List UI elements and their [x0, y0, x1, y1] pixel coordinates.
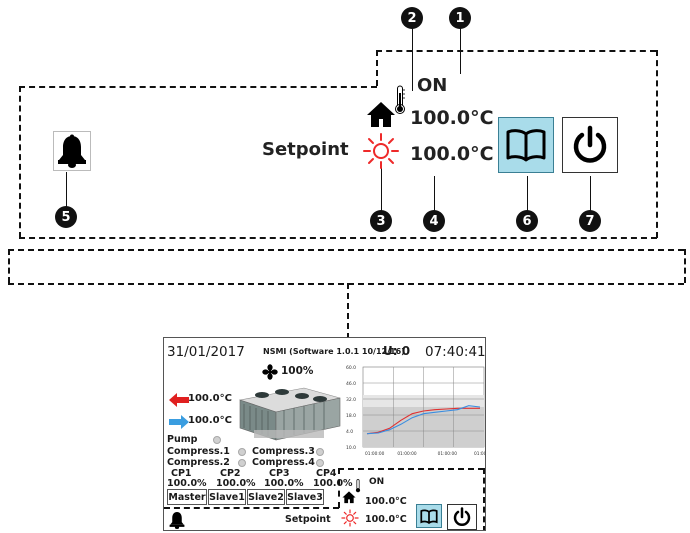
callout-6: 6 [516, 210, 538, 232]
zoom-border-right [656, 50, 658, 238]
inlet-arrow-icon [169, 414, 189, 429]
pump-label: Pump [167, 434, 198, 445]
book-icon [506, 129, 546, 162]
clock-time: 07:40:41 [425, 344, 486, 360]
controller-screen: 31/01/2017 NSMI (Software 1.0.1 10/12/16… [163, 337, 486, 531]
alarm-button[interactable] [53, 131, 91, 171]
outlet-arrow-icon [169, 392, 189, 407]
fan-icon [262, 364, 278, 380]
cp2-value: 100.0% [216, 478, 256, 489]
chiller-unit-image [234, 380, 344, 444]
status-on-text: ON [417, 75, 448, 96]
unit-id: U: 0 [383, 344, 411, 358]
screen-zoom-right [483, 468, 485, 530]
zoom-border-step [376, 50, 378, 86]
screen-zoom-left [338, 468, 340, 508]
thermometer-icon [394, 85, 406, 115]
compress-3-led [316, 448, 324, 456]
screen-power-button[interactable] [447, 504, 477, 530]
chart-x-tick-label: 01:00:00 [365, 451, 385, 457]
chart-y-tick-label: 18.0 [346, 413, 356, 419]
chart-y-tick-label: 10.0 [346, 445, 356, 451]
screen-zoom-mid [164, 507, 339, 509]
screen-alarm-button[interactable] [169, 511, 185, 529]
sun-icon [362, 132, 400, 170]
trend-chart: 60.0 46.0 32.0 18.0 4.0 10.0 01:00:00 01:00:00 0… [345, 363, 486, 461]
connector-right [684, 249, 686, 283]
tab-slave1[interactable]: Slave1 [208, 489, 246, 505]
chart-x-tick-label: 01:00:00 [474, 451, 486, 457]
compress-4-label: Compress.4 [252, 457, 315, 468]
zoom-border-left [19, 86, 21, 238]
callout-3: 3 [370, 210, 392, 232]
inlet-temp: 100.0°C [188, 415, 232, 426]
book-icon [420, 509, 438, 524]
tab-slave3[interactable]: Slave3 [286, 489, 324, 505]
compress-2-led [238, 459, 246, 467]
callout-2: 2 [401, 7, 423, 29]
fan-speed: 100% [281, 365, 314, 377]
tab-slave2[interactable]: Slave2 [247, 489, 285, 505]
manual-button[interactable] [498, 117, 554, 173]
zoom-border-bottom [19, 237, 657, 239]
screen-status-on: ON [369, 477, 385, 487]
compress-2-label: Compress.2 [167, 457, 230, 468]
callout-4: 4 [423, 210, 445, 232]
power-icon [573, 125, 607, 163]
chart-y-tick-label: 4.0 [346, 429, 353, 435]
screen-thermometer-icon [355, 478, 361, 493]
screen-home-icon [342, 489, 356, 504]
date-text: 31/01/2017 [167, 344, 245, 360]
setpoint-label: Setpoint [262, 139, 349, 160]
outlet-temp: 100.0°C [188, 393, 232, 404]
cp4-value: 100.0% [313, 478, 353, 489]
bell-icon [58, 134, 86, 168]
screen-zoom-top [338, 468, 484, 470]
tab-master[interactable]: Master [167, 489, 207, 505]
screen-setpoint-temp: 100.0°C [365, 514, 407, 525]
home-icon [366, 100, 396, 128]
chart-x-tick-label: 01:00:00 [438, 451, 458, 457]
connector-bottom [8, 283, 684, 285]
chart-y-tick-label: 46.0 [346, 381, 356, 387]
compress-1-label: Compress.1 [167, 446, 230, 457]
setpoint-temp-value: 100.0°C [410, 143, 494, 165]
pump-led [213, 436, 221, 444]
chart-y-tick-label: 60.0 [346, 365, 356, 371]
leader-7 [590, 176, 591, 212]
power-icon [453, 507, 471, 526]
callout-5: 5 [55, 206, 77, 228]
cp3-value: 100.0% [264, 478, 304, 489]
leader-1 [460, 28, 461, 74]
connector-left [8, 249, 10, 283]
callout-1: 1 [449, 7, 471, 29]
zoom-border-top-right [376, 50, 656, 52]
screen-home-temp: 100.0°C [365, 496, 407, 507]
bell-icon [169, 512, 185, 529]
leader-2 [412, 27, 413, 91]
chart-y-tick-label: 32.0 [346, 397, 356, 403]
power-button[interactable] [562, 117, 618, 173]
callout-7: 7 [579, 210, 601, 232]
cp1-value: 100.0% [167, 478, 207, 489]
screen-sun-icon [341, 509, 359, 527]
chart-x-tick-label: 01:00:00 [397, 451, 417, 457]
home-temp-value: 100.0°C [410, 107, 494, 129]
screen-setpoint-label: Setpoint [285, 514, 331, 525]
screen-manual-button[interactable] [416, 504, 442, 528]
compress-3-label: Compress.3 [252, 446, 315, 457]
connector-top [8, 249, 684, 251]
compress-1-led [238, 448, 246, 456]
compress-4-led [316, 459, 324, 467]
leader-6 [527, 176, 528, 212]
leader-4 [434, 176, 435, 212]
zoom-border-top-left [19, 86, 377, 88]
leader-3 [381, 168, 382, 213]
